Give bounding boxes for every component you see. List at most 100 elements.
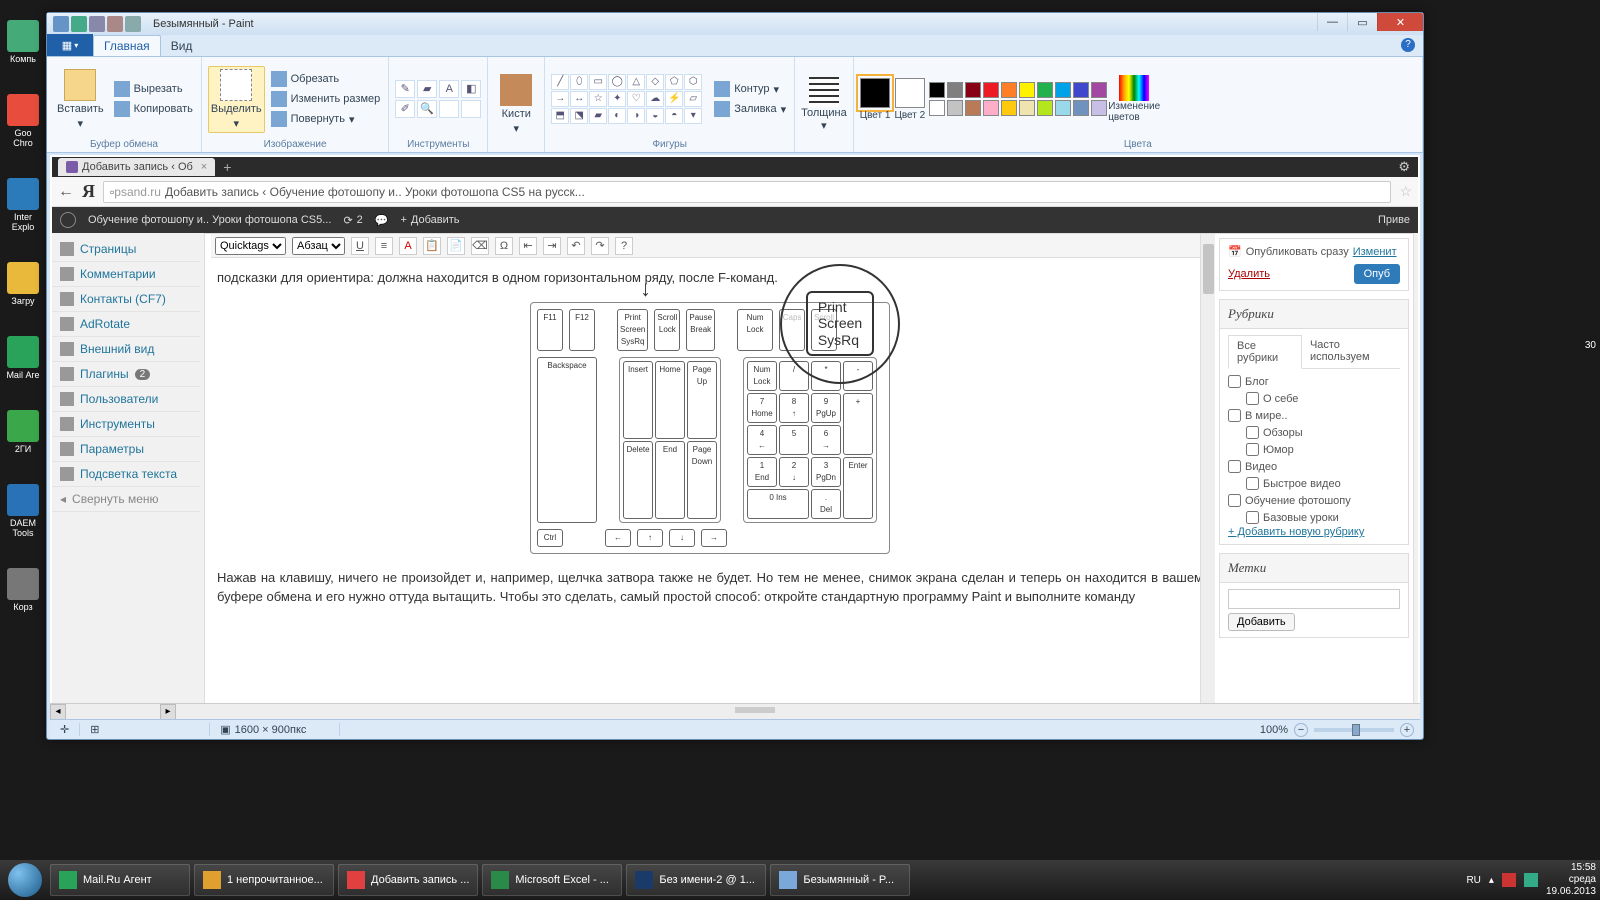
desktop-icon[interactable]: Inter Explo — [5, 178, 41, 232]
sidebar-item-comments[interactable]: Комментарии — [52, 262, 200, 287]
category-checkbox[interactable]: О себе — [1228, 390, 1400, 407]
palette-swatch[interactable] — [965, 82, 981, 98]
outdent-button[interactable]: ⇤ — [519, 237, 537, 255]
color2-button[interactable]: Цвет 2 — [894, 78, 925, 121]
sidebar-item-users[interactable]: Пользователи — [52, 387, 200, 412]
tab-home[interactable]: Главная — [93, 35, 161, 56]
add-category-link[interactable]: + Добавить новую рубрику — [1228, 526, 1364, 538]
desktop-icon[interactable]: Goo Chro — [5, 94, 41, 148]
start-button[interactable] — [4, 860, 46, 900]
clock[interactable]: 15:58среда19.06.2013 — [1546, 862, 1596, 898]
color1-button[interactable]: Цвет 1 — [860, 78, 891, 121]
tray-icon[interactable] — [1502, 873, 1516, 887]
editor-content[interactable]: подсказки для ориентира: должна находитс… — [211, 258, 1209, 688]
browser-tab[interactable]: Добавить запись ‹ Об× — [58, 158, 215, 176]
category-checkbox[interactable]: Юмор — [1228, 441, 1400, 458]
palette-swatch[interactable] — [1001, 100, 1017, 116]
palette-swatch[interactable] — [1037, 82, 1053, 98]
wordpress-icon[interactable] — [60, 212, 76, 228]
tray-chevron-icon[interactable]: ▴ — [1489, 875, 1494, 886]
pasteword-button[interactable]: 📄 — [447, 237, 465, 255]
select-button[interactable]: Выделить▾ — [208, 66, 265, 133]
desktop-icon[interactable]: DAEM Tools — [5, 484, 41, 538]
bookmark-icon[interactable]: ☆ — [1399, 183, 1412, 200]
palette-swatch[interactable] — [1019, 100, 1035, 116]
editor-scrollbar[interactable] — [1200, 234, 1215, 716]
palette-swatch[interactable] — [1091, 82, 1107, 98]
publish-button[interactable]: Опуб — [1354, 264, 1400, 284]
sidebar-collapse[interactable]: ◂Свернуть меню — [52, 487, 200, 512]
edit-colors-button[interactable]: Изменение цветов — [1111, 75, 1157, 123]
sidebar-item-adrotate[interactable]: AdRotate — [52, 312, 200, 337]
wp-comments[interactable]: 💬 — [375, 214, 389, 227]
category-checkbox[interactable]: Обзоры — [1228, 424, 1400, 441]
clear-button[interactable]: ⌫ — [471, 237, 489, 255]
tool-grid[interactable]: ✎▰A◧ ✐🔍 — [395, 80, 481, 118]
wp-add[interactable]: + Добавить — [400, 214, 459, 226]
align-button[interactable]: ≡ — [375, 237, 393, 255]
delete-link[interactable]: Удалить — [1228, 268, 1270, 280]
palette-swatch[interactable] — [929, 82, 945, 98]
taskbar-item[interactable]: Добавить запись ... — [338, 864, 478, 896]
desktop-icon[interactable]: Mail Аге — [5, 336, 41, 380]
category-checkbox[interactable]: Обучение фотошопу — [1228, 492, 1400, 509]
help-button[interactable]: ? — [615, 237, 633, 255]
palette-swatch[interactable] — [1019, 82, 1035, 98]
rotate-button[interactable]: Повернуть ▾ — [269, 110, 383, 128]
taskbar-item[interactable]: Без имени-2 @ 1... — [626, 864, 766, 896]
minimize-button[interactable]: ― — [1317, 13, 1347, 31]
desktop-icon[interactable]: Загру — [5, 262, 41, 306]
copy-button[interactable]: Копировать — [112, 100, 195, 118]
undo-button[interactable]: ↶ — [567, 237, 585, 255]
palette-swatch[interactable] — [983, 82, 999, 98]
zoom-slider[interactable] — [1314, 728, 1394, 732]
tray-icon[interactable] — [1524, 873, 1538, 887]
palette-swatch[interactable] — [1073, 100, 1089, 116]
back-button[interactable]: ← — [58, 183, 74, 201]
wp-site-link[interactable]: Обучение фотошопу и.. Уроки фотошопа CS5… — [88, 214, 331, 226]
shape-outline[interactable]: Контур ▾ — [712, 80, 788, 98]
char-button[interactable]: Ω — [495, 237, 513, 255]
format-select[interactable]: Quicktags — [215, 237, 286, 255]
help-icon[interactable]: ? — [1401, 38, 1415, 52]
block-select[interactable]: Абзац — [292, 237, 345, 255]
zoom-in-button[interactable]: + — [1400, 723, 1414, 737]
paint-titlebar[interactable]: Безымянный - Paint ― ▭ ✕ — [47, 13, 1423, 35]
paint-canvas[interactable]: Добавить запись ‹ Об× + ⚙ ← Я ▫psand.ruД… — [50, 155, 1420, 719]
palette-swatch[interactable] — [1091, 100, 1107, 116]
category-checkbox[interactable]: Видео — [1228, 458, 1400, 475]
taskbar-item[interactable]: Безымянный - P... — [770, 864, 910, 896]
sidebar-item-pages[interactable]: Страницы — [52, 237, 200, 262]
palette-swatch[interactable] — [1055, 100, 1071, 116]
sidebar-item-contacts[interactable]: Контакты (CF7) — [52, 287, 200, 312]
quick-access-toolbar[interactable] — [47, 16, 141, 32]
palette-swatch[interactable] — [1037, 100, 1053, 116]
yandex-logo[interactable]: Я — [82, 181, 95, 202]
palette-swatch[interactable] — [1001, 82, 1017, 98]
tab-view[interactable]: Вид — [161, 36, 203, 56]
crop-button[interactable]: Обрезать — [269, 70, 383, 88]
color-palette[interactable] — [929, 82, 1107, 116]
maximize-button[interactable]: ▭ — [1347, 13, 1377, 31]
category-checkbox[interactable]: В мире.. — [1228, 407, 1400, 424]
brushes-button[interactable]: Кисти▾ — [494, 72, 538, 137]
palette-swatch[interactable] — [965, 100, 981, 116]
redo-button[interactable]: ↷ — [591, 237, 609, 255]
category-checkbox[interactable]: Базовые уроки — [1228, 509, 1400, 526]
canvas-hscroll[interactable]: ◂▸ — [50, 703, 1420, 719]
cat-tab-freq[interactable]: Часто используем — [1302, 335, 1400, 368]
close-icon[interactable]: × — [201, 161, 207, 173]
taskbar-item[interactable]: Microsoft Excel - ... — [482, 864, 622, 896]
desktop-icon[interactable]: 2ГИ — [5, 410, 41, 454]
lang-indicator[interactable]: RU — [1466, 875, 1480, 886]
thickness-button[interactable]: Толщина▾ — [801, 77, 847, 132]
sidebar-item-settings[interactable]: Параметры — [52, 437, 200, 462]
shape-fill[interactable]: Заливка ▾ — [712, 100, 788, 118]
color-button[interactable]: A — [399, 237, 417, 255]
palette-swatch[interactable] — [947, 82, 963, 98]
address-bar[interactable]: ▫psand.ruДобавить запись ‹ Обучение фото… — [103, 181, 1391, 203]
add-tag-button[interactable]: Добавить — [1228, 613, 1295, 631]
palette-swatch[interactable] — [929, 100, 945, 116]
palette-swatch[interactable] — [983, 100, 999, 116]
desktop-icon[interactable]: Корз — [5, 568, 41, 612]
